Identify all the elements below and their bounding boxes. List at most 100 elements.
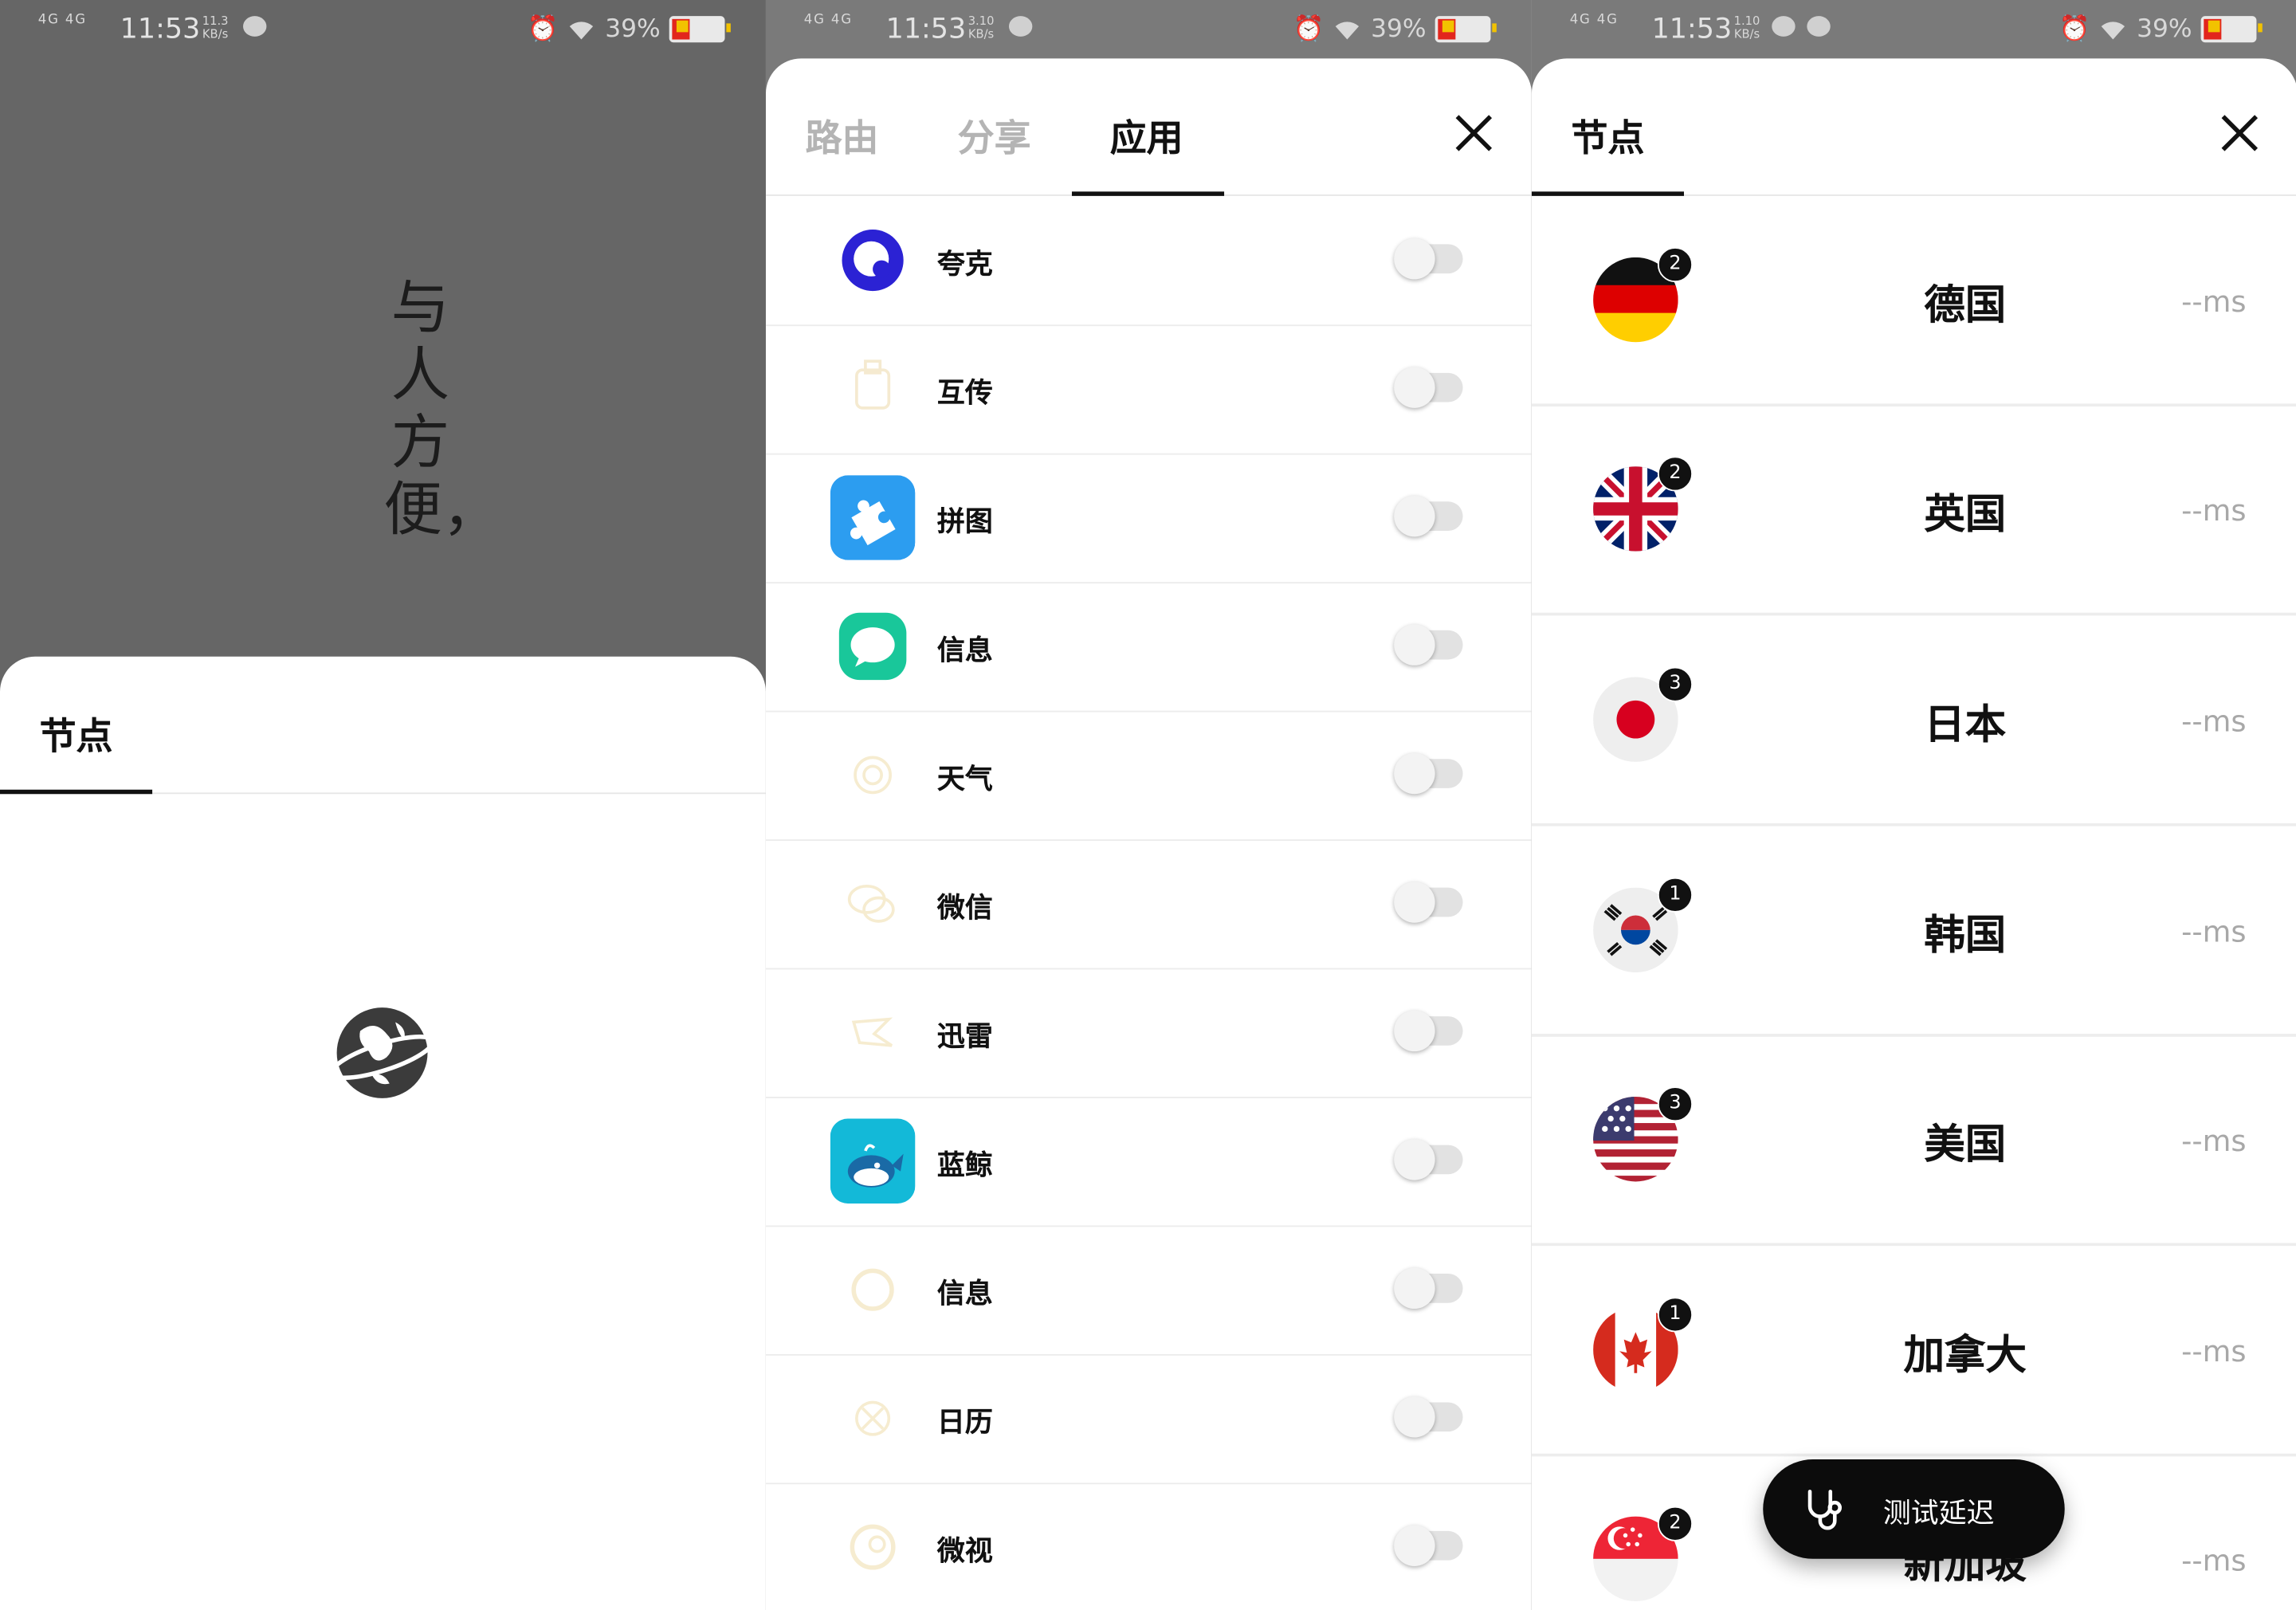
node-name: 日本 — [1924, 700, 2007, 749]
app-toggle[interactable] — [1394, 1267, 1463, 1310]
bluewhale-app-icon — [830, 1118, 916, 1204]
app-toggle[interactable] — [1394, 495, 1463, 537]
app-row: 拼图 — [765, 454, 1532, 584]
app-name: 天气 — [936, 763, 993, 796]
calendar-app-icon — [855, 1400, 891, 1436]
node-latency: --ms — [2181, 1333, 2247, 1369]
node-name: 英国 — [1924, 489, 2007, 539]
app-toggle[interactable] — [1394, 1525, 1463, 1566]
app-toggle[interactable] — [1394, 1139, 1463, 1180]
tab-bar: 路由 分享 应用 — [765, 58, 1532, 196]
messages-app-icon — [851, 1268, 894, 1311]
node-count-badge: 2 — [1657, 247, 1694, 283]
apps-sheet: 路由 分享 应用 夸克 互传 拼图 信息 天气 微信 迅雷 蓝鲸 信息 日历 微… — [765, 58, 1532, 1610]
alarm-icon: ⏰ — [2059, 14, 2090, 45]
tab-underline — [0, 789, 153, 795]
app-name: 拼图 — [936, 505, 993, 539]
wechat-notification-icon — [1772, 16, 1796, 37]
test-latency-button[interactable]: 测试延迟 — [1763, 1459, 2065, 1559]
wifi-icon — [1336, 22, 1360, 40]
panel-nodes: 4G 4G 11:53 1.10 KB/s ⏰ 39% 节点 2 德国 --ms… — [1531, 0, 2296, 1610]
calligraphy-text: 与人方便， — [383, 274, 501, 544]
node-latency: --ms — [2181, 1542, 2247, 1578]
stethoscope-icon — [1807, 1490, 1842, 1530]
battery-percent: 39% — [605, 14, 661, 45]
node-row[interactable]: 1 加拿大 --ms — [1531, 1246, 2296, 1457]
status-bar: 4G 4G 11:53 11.3 KB/s ⏰ 39% — [0, 0, 766, 58]
node-row[interactable]: 1 韩国 --ms — [1531, 827, 2296, 1037]
puzzle-app-icon — [830, 475, 916, 560]
node-name: 美国 — [1924, 1120, 2007, 1168]
status-right: ⏰ 39% — [2059, 14, 2263, 45]
app-row: 信息 — [765, 582, 1532, 713]
app-name: 微信 — [936, 892, 993, 925]
app-row: 天气 — [765, 711, 1532, 841]
node-row[interactable]: 3 日本 --ms — [1531, 615, 2296, 827]
app-toggle[interactable] — [1394, 1396, 1463, 1438]
status-right: ⏰ 39% — [528, 14, 731, 45]
node-count-badge: 2 — [1657, 456, 1694, 492]
app-toggle[interactable] — [1394, 882, 1463, 923]
battery-icon — [1435, 16, 1497, 43]
app-toggle[interactable] — [1394, 624, 1463, 666]
app-name: 迅雷 — [936, 1020, 993, 1053]
node-row[interactable]: 3 美国 --ms — [1531, 1035, 2296, 1247]
tab-bar: 节点 — [0, 657, 766, 795]
planet-logo-icon — [329, 1007, 435, 1098]
tab-apps[interactable]: 应用 — [1110, 110, 1183, 163]
node-latency: --ms — [2181, 1123, 2247, 1159]
node-name: 韩国 — [1924, 911, 2007, 960]
alarm-icon: ⏰ — [1293, 14, 1325, 45]
app-toggle[interactable] — [1394, 752, 1463, 795]
battery-percent: 39% — [2137, 14, 2192, 45]
status-time: 11:53 — [1651, 13, 1733, 45]
battery-icon — [2200, 16, 2263, 43]
tab-nodes[interactable]: 节点 — [40, 708, 113, 760]
node-count-badge: 2 — [1657, 1506, 1694, 1541]
transfer-app-icon — [855, 359, 891, 410]
xunlei-app-icon — [851, 1017, 893, 1047]
app-name: 信息 — [936, 634, 993, 667]
app-name: 蓝鲸 — [936, 1149, 993, 1182]
node-row[interactable]: 2 英国 --ms — [1531, 405, 2296, 616]
app-name: 信息 — [936, 1278, 993, 1310]
test-latency-label: 测试延迟 — [1882, 1497, 1995, 1530]
app-row: 蓝鲸 — [765, 1097, 1532, 1227]
app-row: 互传 — [765, 324, 1532, 455]
node-latency: --ms — [2181, 493, 2247, 528]
wechat-app-icon — [847, 884, 895, 923]
app-toggle[interactable] — [1394, 1010, 1463, 1052]
app-row: 微信 — [765, 839, 1532, 970]
status-time: 11:53 — [120, 13, 201, 45]
app-row: 夸克 — [765, 196, 1532, 327]
chat-notification-icon — [1008, 16, 1033, 37]
battery-percent: 39% — [1371, 14, 1427, 45]
node-row[interactable]: 2 德国 --ms — [1531, 196, 2296, 407]
node-latency: --ms — [2181, 913, 2247, 949]
node-count-badge: 3 — [1657, 1086, 1694, 1122]
app-name: 日历 — [936, 1406, 993, 1439]
network-signal: 4G 4G — [1569, 13, 1619, 28]
app-toggle[interactable] — [1394, 367, 1463, 408]
node-latency: --ms — [2181, 703, 2247, 739]
tab-nodes[interactable]: 节点 — [1572, 110, 1645, 163]
app-row: 日历 — [765, 1354, 1532, 1485]
weather-app-icon — [854, 756, 892, 795]
panel-node-loading: 4G 4G 11:53 11.3 KB/s ⏰ 39% 与人方便， 节点 — [0, 0, 766, 1610]
node-count-badge: 3 — [1657, 666, 1694, 702]
wifi-icon — [570, 22, 594, 40]
close-icon[interactable] — [1454, 114, 1493, 152]
app-name: 微视 — [936, 1535, 993, 1568]
network-speed: 11.3 KB/s — [202, 14, 229, 41]
tab-share[interactable]: 分享 — [958, 110, 1031, 163]
app-row: 信息 — [765, 1225, 1532, 1356]
wifi-icon — [2102, 22, 2125, 40]
app-row: 微视 — [766, 1482, 1532, 1610]
network-speed: 1.10 KB/s — [1733, 14, 1760, 41]
weishi-app-icon — [850, 1524, 896, 1570]
messages-app-icon — [838, 612, 907, 681]
tab-route[interactable]: 路由 — [806, 110, 879, 163]
tab-bar: 节点 — [1531, 58, 2296, 196]
close-icon[interactable] — [2219, 114, 2258, 152]
app-toggle[interactable] — [1394, 238, 1463, 280]
